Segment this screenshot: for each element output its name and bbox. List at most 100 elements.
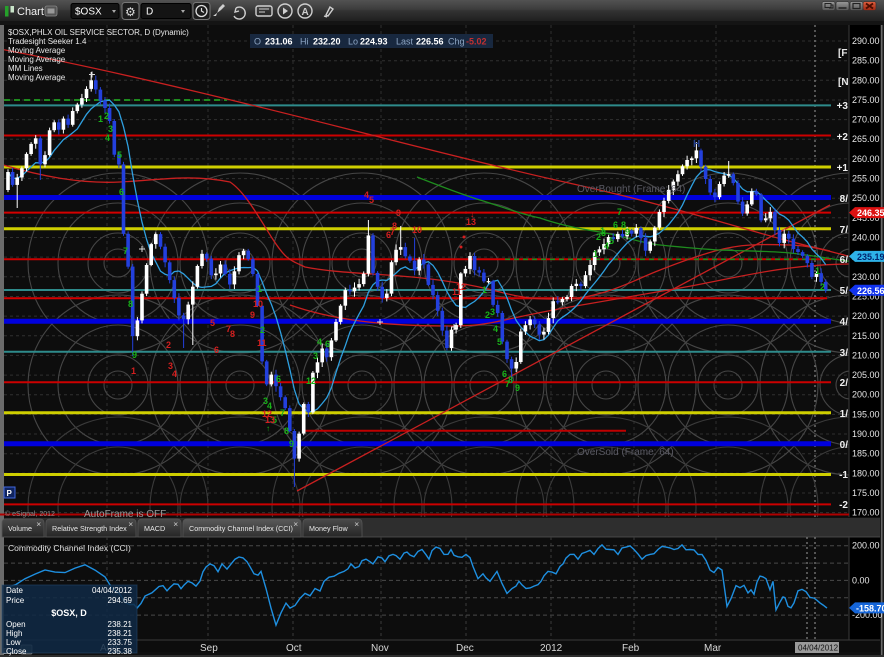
svg-text:275.00: 275.00	[852, 95, 880, 105]
svg-text:4/: 4/	[840, 317, 849, 328]
svg-text:265.00: 265.00	[852, 134, 880, 144]
svg-text:$OSX, D: $OSX, D	[51, 608, 87, 618]
svg-text:✕: ✕	[293, 522, 298, 529]
svg-text:8: 8	[230, 329, 235, 339]
svg-text:9: 9	[132, 350, 137, 360]
svg-text:6: 6	[613, 220, 618, 230]
svg-text:Chart: Chart	[17, 6, 44, 18]
svg-text:12: 12	[456, 282, 466, 292]
svg-text:8: 8	[128, 299, 133, 309]
svg-text:Lo: Lo	[348, 37, 358, 47]
svg-text:8: 8	[508, 375, 513, 385]
svg-text:Relative Strength Index: Relative Strength Index	[52, 524, 127, 533]
svg-text:4: 4	[172, 369, 177, 379]
svg-text:240.00: 240.00	[852, 233, 880, 243]
svg-text:8: 8	[392, 221, 397, 231]
svg-text:H: H	[693, 139, 700, 150]
svg-text:Oct: Oct	[286, 643, 302, 654]
svg-text:280.00: 280.00	[852, 75, 880, 85]
svg-text:250.00: 250.00	[852, 193, 880, 203]
svg-text:✕: ✕	[128, 522, 133, 529]
svg-text:1: 1	[257, 284, 262, 294]
svg-text:226.56: 226.56	[416, 37, 444, 47]
svg-text:235.38: 235.38	[108, 647, 133, 656]
svg-text:3/: 3/	[840, 348, 849, 359]
svg-text:✕: ✕	[36, 522, 41, 529]
svg-text:1: 1	[131, 366, 136, 376]
svg-text:Sep: Sep	[200, 643, 218, 654]
svg-text:220.00: 220.00	[852, 311, 880, 321]
svg-text:Commodity Channel Index (CCI): Commodity Channel Index (CCI)	[8, 543, 131, 553]
svg-text:04/04/2012: 04/04/2012	[798, 644, 839, 653]
svg-text:7: 7	[280, 408, 285, 418]
svg-text:9: 9	[515, 383, 520, 393]
svg-text:10: 10	[412, 225, 422, 235]
svg-text:1: 1	[600, 226, 605, 236]
svg-text:185.00: 185.00	[852, 449, 880, 459]
svg-text:12: 12	[306, 376, 316, 386]
svg-text:2: 2	[820, 282, 825, 292]
svg-text:Open: Open	[6, 620, 26, 629]
svg-text:6: 6	[502, 369, 507, 379]
svg-text:10: 10	[253, 299, 263, 309]
svg-text:5: 5	[609, 236, 614, 246]
svg-text:180.00: 180.00	[852, 468, 880, 478]
svg-text:226.56: 226.56	[857, 286, 884, 296]
svg-text:255.00: 255.00	[852, 174, 880, 184]
svg-text:1: 1	[98, 114, 103, 124]
svg-text:200.00: 200.00	[852, 541, 880, 551]
svg-text:0.00: 0.00	[852, 575, 870, 585]
svg-text:205.00: 205.00	[852, 370, 880, 380]
svg-text:Tradesight Seeker 1.4: Tradesight Seeker 1.4	[8, 37, 87, 46]
svg-text:↑: ↑	[266, 424, 270, 433]
svg-text:294.69: 294.69	[108, 596, 133, 605]
svg-text:2: 2	[260, 325, 265, 335]
svg-text:Commodity Channel Index (CCI): Commodity Channel Index (CCI)	[189, 524, 293, 533]
svg-text:4: 4	[105, 133, 110, 143]
svg-text:Money Flow: Money Flow	[309, 524, 349, 533]
svg-text:7: 7	[123, 246, 128, 256]
svg-text:Last: Last	[396, 37, 414, 47]
svg-text:6: 6	[119, 187, 124, 197]
svg-text:215.00: 215.00	[852, 331, 880, 341]
svg-text:+3: +3	[837, 101, 849, 112]
svg-text:D: D	[146, 7, 153, 18]
svg-text:224.93: 224.93	[360, 37, 388, 47]
svg-text:1: 1	[815, 266, 820, 276]
svg-text:232.20: 232.20	[313, 37, 341, 47]
svg-text:+2: +2	[837, 132, 849, 143]
svg-text:Dec: Dec	[456, 643, 474, 654]
svg-text:285.00: 285.00	[852, 56, 880, 66]
svg-text:235.19: 235.19	[857, 252, 884, 262]
svg-text:Moving Average: Moving Average	[8, 46, 66, 55]
svg-text:[N: [N	[838, 77, 849, 88]
svg-text:9: 9	[625, 227, 630, 237]
svg-text:230.00: 230.00	[852, 272, 880, 282]
svg-text:Feb: Feb	[622, 643, 640, 654]
svg-text:5/: 5/	[840, 286, 849, 297]
svg-text:8: 8	[284, 426, 289, 436]
svg-text:231.06: 231.06	[265, 37, 293, 47]
svg-text:11: 11	[257, 338, 267, 348]
svg-text:238.21: 238.21	[108, 629, 133, 638]
svg-text:Nov: Nov	[371, 643, 389, 654]
svg-text:9: 9	[250, 310, 255, 320]
svg-text:4: 4	[493, 324, 498, 334]
svg-text:210.00: 210.00	[852, 350, 880, 360]
svg-text:5: 5	[497, 337, 502, 347]
svg-text:✕: ✕	[354, 522, 359, 529]
svg-text:Moving Average: Moving Average	[8, 73, 66, 82]
svg-text:MACD: MACD	[144, 524, 165, 533]
svg-text:3: 3	[313, 351, 318, 361]
svg-text:2012: 2012	[540, 643, 563, 654]
svg-text:5: 5	[210, 318, 215, 328]
svg-text:2/: 2/	[840, 378, 849, 389]
svg-text:-2: -2	[839, 500, 848, 511]
svg-text:1: 1	[482, 285, 487, 295]
svg-text:8/: 8/	[840, 194, 849, 205]
svg-text:Mar: Mar	[704, 643, 722, 654]
svg-text:-5.02: -5.02	[466, 37, 487, 47]
svg-text:270.00: 270.00	[852, 115, 880, 125]
svg-text:2: 2	[166, 340, 171, 350]
svg-text:+1: +1	[837, 163, 849, 174]
